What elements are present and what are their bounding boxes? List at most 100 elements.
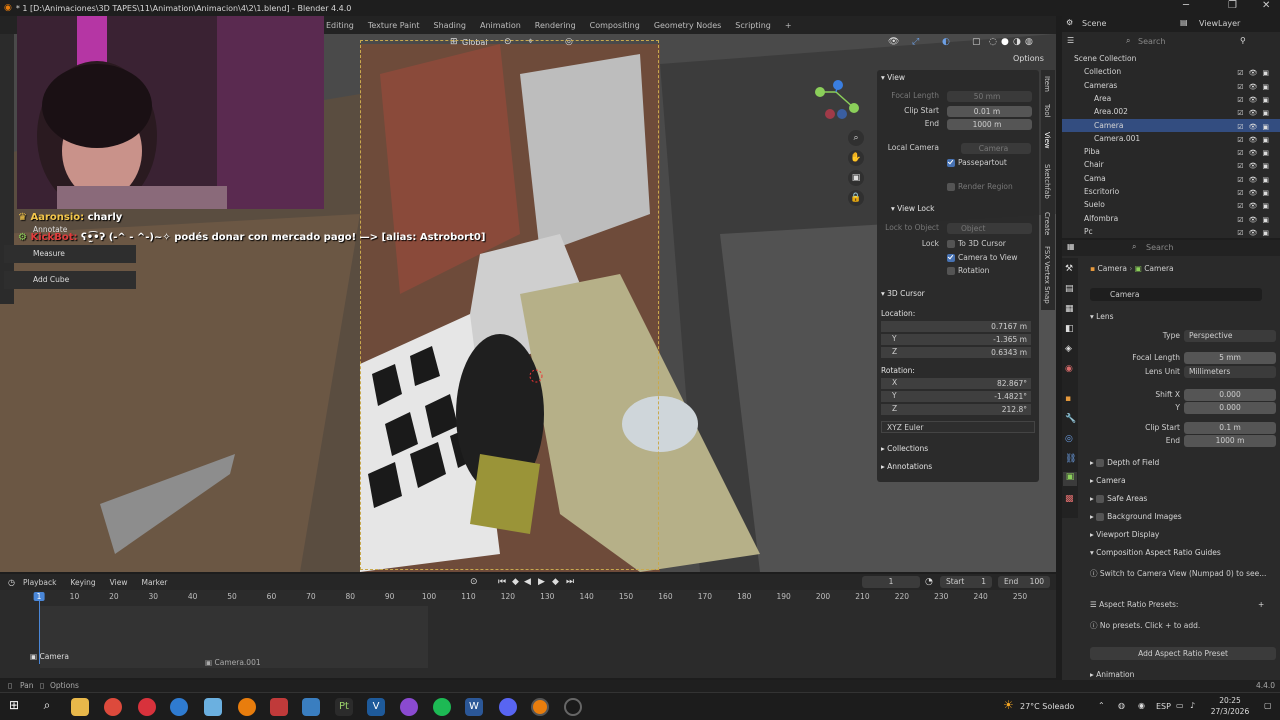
overlay-toggle-icon[interactable]: ◐ [942,37,950,47]
tab-fsx-vertex-snap[interactable]: FSX Vertex Snap [1043,246,1051,304]
cursor-loc-z-field[interactable]: 0.6343 m [877,347,1039,360]
play-icon[interactable]: ▶ [538,577,545,587]
workspace-tab-shading[interactable]: Shading [434,21,467,30]
clock-date[interactable]: 27/3/2026 [1203,707,1257,716]
jump-end-icon[interactable]: ⏭ [566,577,574,587]
background-images-section[interactable]: ▸ Background Images [1090,512,1182,521]
visibility-toggle-icons[interactable]: ☑👁▣ [1237,227,1274,240]
options-button[interactable]: Options [1013,54,1044,63]
tool-add-cube[interactable]: Add Cube [4,271,136,289]
video-editor-icon[interactable] [270,698,288,716]
photos-icon[interactable] [302,698,320,716]
keying-menu[interactable]: Keying [70,578,95,587]
timeline-editor-icon[interactable]: ◷ [8,578,15,587]
cursor-loc-x-field[interactable]: X 0.7167 m [877,321,1039,334]
outliner-search-input[interactable]: Search [1138,37,1238,46]
xray-toggle-icon[interactable]: ▢ [972,37,981,47]
workspace-tab-compositing[interactable]: Compositing [590,21,640,30]
add-preset-plus-icon[interactable]: + [1258,600,1264,609]
camera-datablock-field[interactable]: Camera [1090,288,1262,301]
tab-view[interactable]: View [1043,132,1051,149]
marker-menu[interactable]: Marker [141,578,167,587]
view-layer-selector[interactable]: ViewLayer [1199,19,1240,28]
end-frame-field[interactable]: End 100 [998,576,1050,588]
cursor-rot-z-field[interactable]: 212.8° [877,404,1039,417]
zoom-icon[interactable]: ⌕ [848,130,864,146]
marker-camera-001[interactable]: ▣ Camera.001 [205,658,261,667]
shading-wire-icon[interactable]: ◌ [989,37,997,47]
to-3d-cursor-checkbox[interactable]: To 3D Cursor [947,239,1006,248]
camera-clip-end-field[interactable]: 1000 m [1184,435,1276,447]
word-icon[interactable]: W [465,698,483,716]
maximize-button[interactable]: ❐ [1228,0,1237,11]
scene-tab-icon[interactable]: ◈ [1065,344,1072,354]
spotify-icon[interactable] [433,698,451,716]
cursor-rot-x-field[interactable]: 82.867° [877,378,1039,391]
next-keyframe-icon[interactable]: ◆ [552,577,559,587]
camera-clip-start-field[interactable]: 0.1 m [1184,422,1276,434]
workspace-tab-scripting[interactable]: Scripting [735,21,771,30]
scene-selector[interactable]: Scene [1082,19,1106,28]
volume-icon[interactable]: ♪ [1190,701,1195,710]
cursor-loc-y-field[interactable]: -1.365 m [877,334,1039,347]
lens-unit-select[interactable]: Millimeters [1184,366,1276,378]
object-tab-icon[interactable]: ▪ [1065,394,1071,404]
file-explorer-icon[interactable] [71,698,89,716]
blender-active-icon[interactable] [531,698,549,716]
aspect-ratio-guides-section[interactable]: ▾ Composition Aspect Ratio Guides [1090,548,1221,557]
record-icon[interactable]: ⊙ [470,577,478,587]
camera-section[interactable]: ▸ Camera [1090,476,1126,485]
outliner-row[interactable]: Alfombra ☑👁▣ [1062,212,1280,225]
visibility-icon[interactable]: 👁 [888,37,899,47]
view-layer-tab-icon[interactable]: ◧ [1065,324,1074,334]
shading-solid-icon[interactable]: ● [1001,37,1009,47]
notifications-icon[interactable]: ▢ [1264,701,1272,710]
tab-sketchfab[interactable]: Sketchfab [1043,164,1051,199]
network-icon[interactable]: ▭ [1176,701,1184,710]
world-tab-icon[interactable]: ◉ [1065,364,1073,374]
workspace-tab-geometry-nodes[interactable]: Geometry Nodes [654,21,721,30]
tray-app-icon[interactable]: ◍ [1118,701,1125,710]
marker-camera[interactable]: ▣ Camera [30,652,69,661]
outliner-row[interactable]: Cameras ☑👁▣ [1062,79,1280,92]
tab-tool[interactable]: Tool [1043,104,1051,118]
gizmo-toggle-icon[interactable]: ⤢ [912,37,919,47]
outliner-row[interactable]: Collection ☑👁▣ [1062,65,1280,78]
constraints-tab-icon[interactable]: ⛓ [1065,454,1076,464]
outliner-row[interactable]: Chair ☑👁▣ [1062,158,1280,171]
view-menu[interactable]: View [110,578,128,587]
animation-section[interactable]: ▸ Animation [1090,670,1134,679]
filter-icon[interactable]: ⚲ [1240,36,1246,45]
workspace-tab-editing[interactable]: Editing [326,21,354,30]
view-section-header[interactable]: ▾ View [881,73,905,82]
outliner-row[interactable]: Piba ☑👁▣ [1062,145,1280,158]
tool-tab-icon[interactable]: ⚒ [1065,264,1073,274]
navigation-gizmo[interactable] [810,78,864,122]
shift-x-field[interactable]: 0.000 [1184,389,1276,401]
lens-section-header[interactable]: ▾ Lens [1090,312,1113,321]
tab-item[interactable]: Item [1043,76,1051,92]
focal-length-field[interactable]: 5 mm [1184,352,1276,364]
view-lock-section-header[interactable]: ▾ View Lock [891,204,934,213]
workspace-tab-rendering[interactable]: Rendering [535,21,576,30]
physics-tab-icon[interactable]: ◎ [1065,434,1073,444]
editor-type-icon[interactable]: ☰ [1067,36,1074,45]
properties-editor-icon[interactable]: ▦ [1067,242,1075,251]
vscode-icon[interactable]: V [367,698,385,716]
workspace-tab-animation[interactable]: Animation [480,21,521,30]
shift-y-field[interactable]: 0.000 [1184,402,1276,414]
cursor-rot-y-field[interactable]: -1.4821° [877,391,1039,404]
texture-tab-icon[interactable]: ▩ [1065,494,1074,504]
start-frame-field[interactable]: Start 1 [940,576,992,588]
outliner-row[interactable]: Area ☑👁▣ [1062,92,1280,105]
tab-create[interactable]: Create [1043,212,1051,235]
minimize-button[interactable]: ─ [1183,0,1189,11]
playback-menu[interactable]: Playback [23,578,56,587]
outliner-row[interactable]: Pc ☑👁▣ [1062,225,1280,238]
annotations-section-header[interactable]: ▸ Annotations [881,462,932,471]
clip-start-field[interactable]: 0.01 m [947,106,1032,117]
outliner-row[interactable]: Scene Collection [1062,52,1280,65]
camera-view-icon[interactable]: ▣ [848,170,864,186]
pan-hand-icon[interactable]: ✋ [848,150,864,166]
app-icon[interactable] [204,698,222,716]
